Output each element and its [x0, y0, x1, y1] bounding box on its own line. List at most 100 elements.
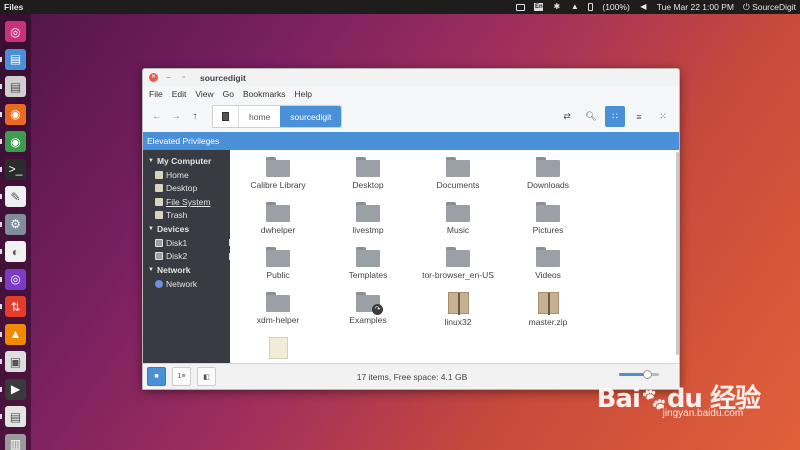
file-item[interactable]: Public	[233, 247, 323, 280]
file-name: dwhelper	[260, 225, 296, 235]
menu-bookmarks[interactable]: Bookmarks	[243, 89, 286, 99]
path-segment-current[interactable]: sourcedigit	[280, 106, 342, 127]
launcher-glyph: ◉	[10, 107, 21, 121]
menu-help[interactable]: Help	[295, 89, 312, 99]
volume-icon[interactable]: ◀	[639, 3, 648, 11]
folder-icon	[356, 157, 380, 177]
folder-icon	[266, 157, 290, 177]
script-file-icon	[268, 337, 288, 359]
launcher-glyph: ▤	[9, 52, 22, 66]
transfer-icon[interactable]: ⇅	[5, 296, 26, 317]
show-tree-button[interactable]: 1≡	[172, 367, 191, 386]
video-icon[interactable]: ▶	[5, 378, 26, 400]
trash-icon	[155, 211, 163, 220]
show-places-button[interactable]: ■	[147, 367, 166, 386]
vlc-icon[interactable]: ▲	[5, 323, 26, 345]
close-icon[interactable]: ✕	[149, 73, 158, 82]
launcher-glyph: ◐	[11, 244, 20, 259]
sidebar-heading-network[interactable]: ▼ Network	[143, 263, 230, 277]
sidebar-item-network[interactable]: Network	[143, 277, 230, 291]
chrome-icon[interactable]: ◉	[5, 131, 26, 152]
file-item[interactable]: dwhelper	[233, 202, 323, 235]
file-manager-icon[interactable]: ▤	[5, 76, 26, 97]
sidebar-item-trash[interactable]: Trash	[143, 209, 230, 223]
battery-icon[interactable]	[588, 3, 594, 11]
file-name: tor-browser_en-US	[422, 270, 494, 280]
toggle-location-icon[interactable]: ⇄	[557, 106, 577, 127]
files-icon[interactable]: ▤	[5, 48, 26, 70]
folder-icon	[446, 202, 470, 222]
bluetooth-icon[interactable]: ✱	[552, 3, 561, 11]
ubuntu-dash-icon[interactable]: ◎	[5, 21, 26, 42]
file-name: Calibre Library	[250, 180, 306, 190]
file-grid: Calibre Library Desktop Documents Downloads…	[230, 150, 679, 365]
path-segment-home[interactable]: home	[239, 106, 280, 127]
file-item[interactable]: Desktop	[323, 157, 413, 190]
file-item[interactable]: linux32	[413, 292, 503, 327]
menu-go[interactable]: Go	[223, 89, 234, 99]
file-name: Downloads	[526, 180, 570, 190]
datetime[interactable]: Tue Mar 22 1:00 PM	[657, 2, 734, 12]
file-item[interactable]: master.zip	[503, 292, 593, 327]
menu-edit[interactable]: Edit	[172, 89, 187, 99]
sidebar-item-desktop[interactable]: Desktop	[143, 182, 230, 196]
color-wheel-icon[interactable]: ◎	[5, 268, 26, 290]
back-icon[interactable]: ←	[149, 109, 165, 125]
firefox-icon[interactable]: ◉	[5, 103, 26, 125]
folder-body	[266, 295, 290, 312]
file-item[interactable]: Templates	[323, 247, 413, 280]
icon-view-button[interactable]: ∷	[605, 106, 625, 127]
sidebar-heading-my-computer[interactable]: ▼ My Computer	[143, 154, 230, 168]
menu-file[interactable]: File	[149, 89, 163, 99]
file-item[interactable]: Pictures	[503, 202, 593, 235]
file-item[interactable]: xdm-helper	[233, 292, 323, 325]
user-menu[interactable]: ⏻ SourceDigit	[743, 2, 796, 13]
sidebar-item-file-system[interactable]: File System	[143, 195, 230, 209]
menubar: File Edit View Go Bookmarks Help	[143, 86, 679, 101]
settings-icon[interactable]: ⚙	[5, 213, 26, 235]
sidebar-item-home[interactable]: Home	[143, 168, 230, 182]
terminal-icon[interactable]: >_	[5, 158, 26, 180]
file-item[interactable]: Music	[413, 202, 503, 235]
titlebar[interactable]: ✕ – ▫ sourcedigit	[143, 69, 679, 86]
file-item[interactable]: tor-browser_en-US	[413, 247, 503, 280]
sidebar-item-disk1[interactable]: Disk1	[143, 236, 236, 250]
file-item[interactable]: Videos	[503, 247, 593, 280]
file-item[interactable]: Downloads	[503, 157, 593, 190]
forward-icon[interactable]: →	[168, 109, 184, 125]
screenshot-icon[interactable]: ▣	[5, 351, 26, 372]
file-item[interactable]: livestmp	[323, 202, 413, 235]
file-item[interactable]: Calibre Library	[233, 157, 323, 190]
minimize-icon[interactable]: –	[164, 73, 173, 82]
folder-body	[266, 160, 290, 177]
zoom-slider[interactable]	[619, 370, 659, 379]
path-root-drive[interactable]	[213, 106, 239, 127]
file-item[interactable]: Documents	[413, 157, 503, 190]
file-name: Music	[446, 225, 470, 235]
maximize-icon[interactable]: ▫	[179, 73, 188, 82]
file-item[interactable]: screenshot.sh	[233, 337, 323, 365]
compact-view-button[interactable]: ⁙	[653, 106, 673, 127]
sidebar-heading-devices[interactable]: ▼ Devices	[143, 222, 230, 236]
folder-body	[446, 205, 470, 222]
palette-icon[interactable]: ◐	[5, 241, 26, 262]
hide-sidebar-button[interactable]: ◧	[197, 367, 216, 386]
disk-icon[interactable]: ▥	[5, 433, 26, 450]
search-icon[interactable]: 🔍︎	[581, 106, 601, 127]
keyboard-en-icon[interactable]: En	[534, 3, 544, 11]
bell-icon[interactable]: ▲	[570, 3, 579, 11]
up-icon[interactable]: ↑	[187, 109, 203, 125]
display-icon[interactable]	[516, 3, 526, 11]
menu-view[interactable]: View	[195, 89, 213, 99]
sidebar-item-disk2[interactable]: Disk2	[143, 250, 236, 264]
writer-icon[interactable]: ✎	[5, 186, 26, 207]
list-view-button[interactable]: ≡	[629, 106, 649, 127]
folder-icon	[536, 157, 560, 177]
running-indicator	[0, 276, 2, 282]
elevated-privileges-banner: Elevated Privileges	[143, 132, 679, 150]
file-item[interactable]: ↷ Examples	[323, 292, 413, 325]
scrollbar[interactable]	[676, 152, 679, 355]
running-indicator	[0, 386, 2, 392]
document-icon[interactable]: ▤	[5, 406, 26, 427]
running-indicator	[0, 304, 2, 309]
